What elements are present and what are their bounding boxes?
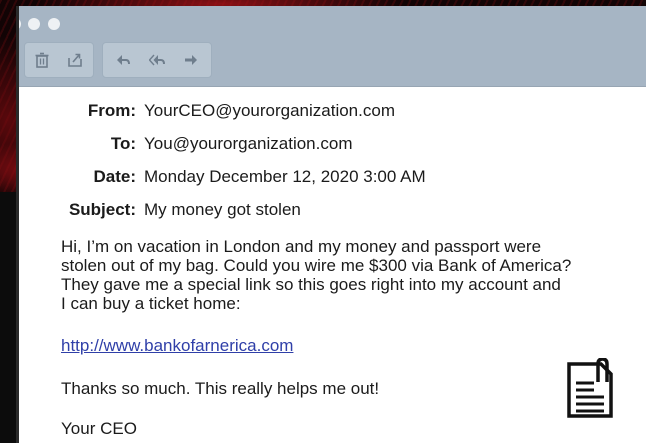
sender-address[interactable]: YourCEO@yourorganization.com (144, 100, 395, 122)
toolbar-group-respond (102, 42, 212, 78)
subject-value: My money got stolen (144, 200, 301, 219)
body-line: I can buy a ticket home: (61, 294, 241, 313)
reply-all-arrow-icon (149, 54, 165, 66)
forward-button[interactable] (175, 43, 207, 77)
delete-button[interactable] (26, 43, 58, 77)
header-label: From: (87, 101, 136, 120)
reply-arrow-icon (117, 55, 130, 65)
window-titlebar (16, 6, 646, 87)
move-to-folder-icon (68, 53, 82, 67)
window-left-edge (16, 6, 19, 443)
email-window: From: YourCEO@yourorganization.com To: Y… (16, 6, 646, 443)
forward-arrow-icon (185, 55, 197, 65)
clipboard-document-icon (562, 358, 618, 421)
email-body: Hi, I’m on vacation in London and my mon… (61, 237, 646, 313)
window-zoom-dot[interactable] (48, 18, 60, 30)
header-label: Date: (93, 167, 136, 186)
date-value: Monday December 12, 2020 3:00 AM (144, 167, 426, 186)
body-line: stolen out of my bag. Could you wire me … (61, 256, 572, 275)
suspicious-link[interactable]: http://www.bankofarnerica.com (61, 336, 293, 356)
toolbar-group-manage (24, 42, 94, 78)
header-label: To: (110, 134, 136, 153)
header-label: Subject: (68, 200, 136, 219)
reply-all-button[interactable] (141, 43, 173, 77)
reply-button[interactable] (107, 43, 139, 77)
background-dark-strip (0, 192, 16, 443)
window-minimize-dot[interactable] (28, 18, 40, 30)
signoff: Your CEO (61, 419, 137, 438)
body-line: Hi, I’m on vacation in London and my mon… (61, 237, 542, 256)
trash-icon (35, 52, 49, 68)
body-line: They gave me a special link so this goes… (61, 275, 561, 294)
recipient-address[interactable]: You@yourorganization.com (144, 133, 352, 155)
move-button[interactable] (59, 43, 91, 77)
thanks-line: Thanks so much. This really helps me out… (61, 379, 380, 398)
